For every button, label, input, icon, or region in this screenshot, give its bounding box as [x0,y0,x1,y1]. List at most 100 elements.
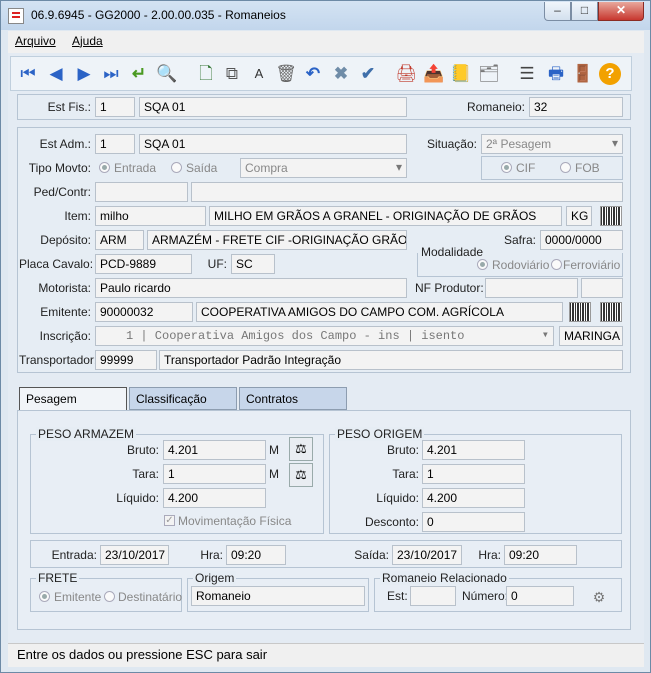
saida-data-field[interactable]: 23/10/2017 [392,545,462,565]
next-icon[interactable]: ▶ [73,63,95,85]
origem-liquido-field[interactable]: 4.200 [422,488,525,508]
item-desc-field[interactable]: MILHO EM GRÃOS A GRANEL - ORIGINAÇÃO DE … [209,206,562,226]
saida-hra-field[interactable]: 09:20 [504,545,577,565]
first-icon[interactable]: ⏮ [17,63,39,85]
movimentacao-label: Movimentação Física [178,514,292,528]
item-code-field[interactable]: milho [95,206,206,226]
frete-destinatario-radio[interactable] [104,591,115,602]
confirm-icon[interactable]: ↵ [128,63,150,85]
link-icon[interactable]: ⚙ [589,587,609,607]
emitente-name-field[interactable]: COOPERATIVA AMIGOS DO CAMPO COM. AGRÍCOL… [196,302,563,322]
liquido-field[interactable]: 4.200 [163,488,266,508]
nf-produtor-field[interactable] [485,278,578,298]
undo-icon[interactable]: ↶ [302,63,324,85]
saida-radio[interactable] [171,162,182,173]
tree-icon[interactable]: ☰ [516,63,538,85]
origem-field[interactable]: Romaneio [191,586,365,606]
romaneio-relacionado-caption: Romaneio Relacionado [380,571,509,585]
folder-x-icon[interactable]: 🗂 [478,63,500,85]
frete-emitente-radio[interactable] [39,591,50,602]
text-icon[interactable]: A [248,63,270,85]
entrada-hra-field[interactable]: 09:20 [226,545,286,565]
help-icon[interactable]: ? [599,63,621,85]
placa-cavalo-field[interactable]: PCD-9889 [95,254,192,274]
rel-numero-label: Número: [462,589,509,603]
uf-field[interactable]: SC [231,254,275,274]
est-fis-code-field[interactable]: 1 [95,97,135,117]
scale-tara-icon[interactable]: ⚖ [289,463,313,487]
situacao-label: Situação: [426,137,477,151]
barcode-edit-icon[interactable] [600,302,622,322]
est-adm-code-field[interactable]: 1 [95,134,135,154]
search-icon[interactable]: 🔍 [156,63,178,85]
origem-bruto-field[interactable]: 4.201 [422,440,525,460]
printer-icon[interactable]: 🖶 [545,63,567,85]
modalidade-label: Modalidade [421,245,484,259]
cancel-icon[interactable]: ✖ [330,63,352,85]
barcode-scan-icon[interactable] [569,302,591,322]
cif-radio[interactable] [501,162,512,173]
tipo-movto-select[interactable]: Compra [240,158,407,178]
delete-icon[interactable]: 🗑 [275,63,297,85]
tab-contratos[interactable]: Contratos [239,387,347,410]
menu-ajuda[interactable]: Ajuda [72,34,103,48]
exit-icon[interactable]: 🚪 [572,63,594,85]
barcode-icon[interactable] [600,206,622,226]
book-icon[interactable]: 📒 [450,63,472,85]
inscricao-select[interactable]: 1 | Cooperativa Amigos dos Campo - ins |… [95,326,554,346]
frete-destinatario-label: Destinatário [118,590,183,604]
desconto-field[interactable]: 0 [422,512,525,532]
inscricao-label: Inscrição: [39,329,91,343]
rel-est-field[interactable] [410,586,456,606]
est-adm-name-field[interactable]: SQA 01 [139,134,407,154]
last-icon[interactable]: ⏭ [100,63,122,85]
entrada-data-field[interactable]: 23/10/2017 [100,545,169,565]
emitente-label: Emitente: [40,305,91,319]
motorista-field[interactable]: Paulo ricardo [95,278,407,298]
check-icon[interactable]: ✔ [357,63,379,85]
cif-radio-label: CIF [516,161,536,175]
rel-numero-field[interactable]: 0 [506,586,574,606]
safra-field[interactable]: 0000/0000 [540,230,623,250]
toolbar: ⏮ ◀ ▶ ⏭ ↵ 🔍 🗋 ⧉ A 🗑 ↶ ✖ ✔ 🖨 📤 📒 🗂 ☰ 🖶 🚪 … [10,56,632,91]
origem-tara-field[interactable]: 1 [422,464,525,484]
inscricao-city-field[interactable]: MARINGA [559,326,623,346]
transportador-name-field[interactable]: Transportador Padrão Integração [159,350,623,370]
romaneio-field[interactable]: 32 [529,97,623,117]
est-fis-name-field[interactable]: SQA 01 [139,97,407,117]
ped-contr-desc-field[interactable] [191,182,623,202]
ferroviario-radio[interactable] [551,259,562,270]
bruto-label: Bruto: [126,443,159,457]
emitente-code-field[interactable]: 90000032 [95,302,193,322]
previous-icon[interactable]: ◀ [45,63,67,85]
rodoviario-radio[interactable] [477,259,488,270]
item-unit-field[interactable]: KG [566,206,592,226]
ped-contr-label: Ped/Contr: [33,185,91,199]
print-user-icon[interactable]: 🖨 [395,63,417,85]
situacao-select[interactable]: 2ª Pesagem [481,134,623,154]
tara-field[interactable]: 1 [163,464,266,484]
tab-classificacao[interactable]: Classificação [129,387,237,410]
entrada-radio[interactable] [99,162,110,173]
new-icon[interactable]: 🗋 [195,63,217,85]
bruto-field[interactable]: 4.201 [163,440,266,460]
nf-produtor-serie-field[interactable] [581,278,623,298]
deposito-code-field[interactable]: ARM [95,230,144,250]
saida-hra-label: Hra: [478,548,501,562]
movimentacao-checkbox[interactable]: ✓ [164,515,175,526]
ped-contr-field[interactable] [95,182,188,202]
fob-radio[interactable] [560,162,571,173]
deposito-desc-field[interactable]: ARMAZÉM - FRETE CIF -ORIGINAÇÃO GRÃOS [147,230,407,250]
rodoviario-label: Rodoviário [492,258,550,272]
maximize-button[interactable]: □ [571,2,598,21]
close-button[interactable]: ✕ [598,2,644,21]
origem-caption: Origem [193,571,237,585]
liquido-label: Líquido: [116,491,159,505]
minimize-button[interactable]: – [544,2,571,21]
export-icon[interactable]: 📤 [423,63,445,85]
menu-arquivo[interactable]: Arquivo [15,34,56,48]
copy-icon[interactable]: ⧉ [221,63,243,85]
transportador-code-field[interactable]: 99999 [95,350,157,370]
tab-pesagem[interactable]: Pesagem [19,387,127,412]
scale-icon[interactable]: ⚖ [289,437,313,461]
